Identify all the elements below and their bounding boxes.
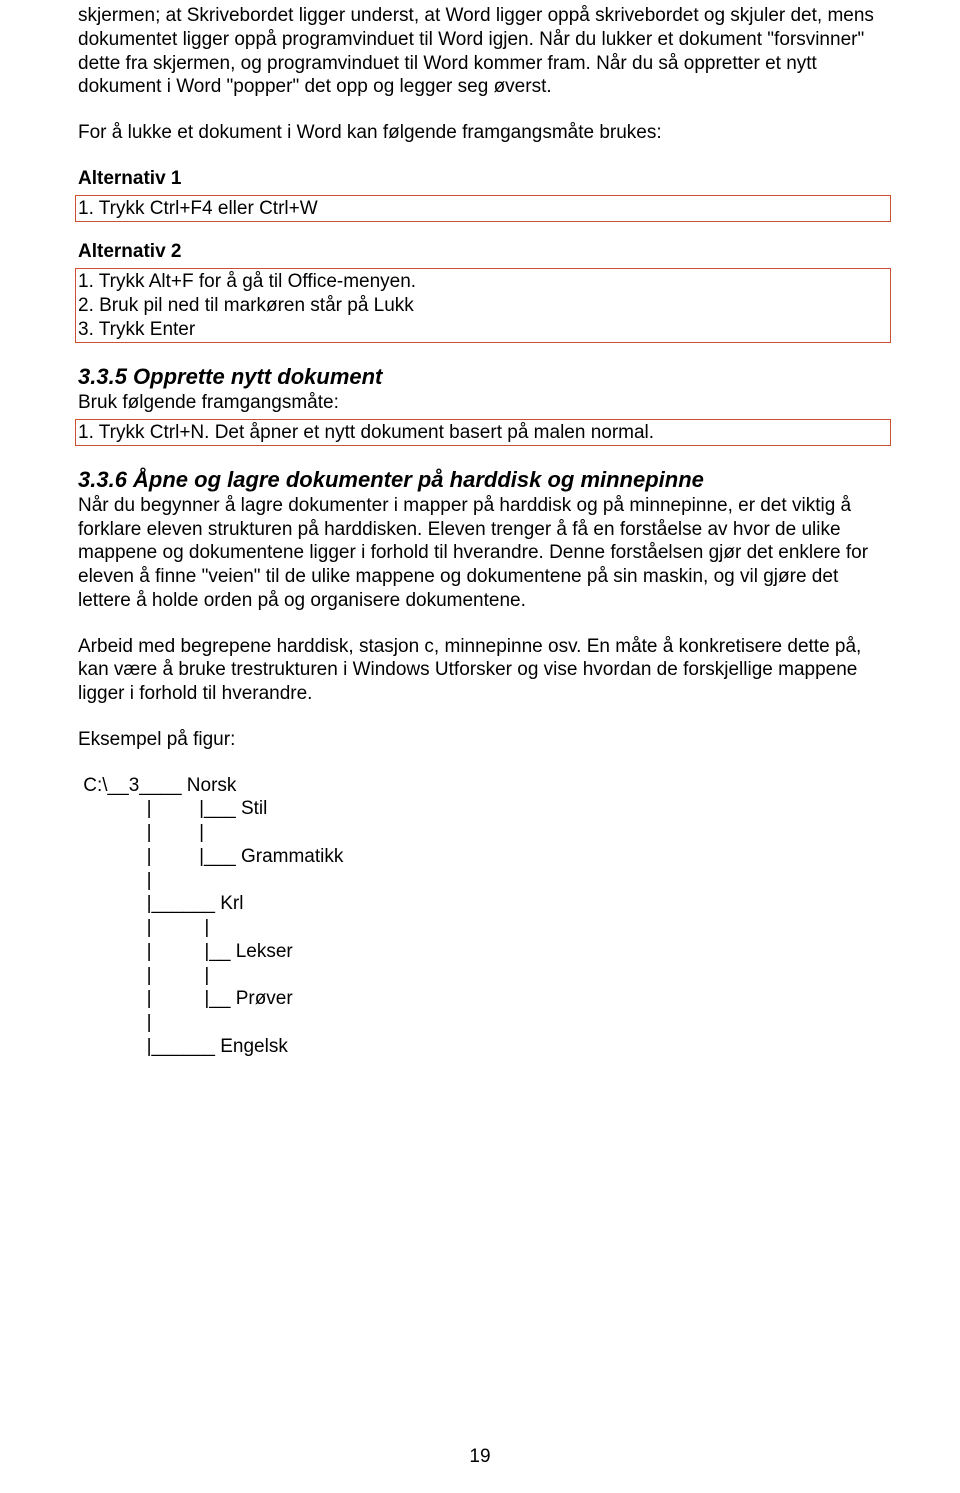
highlight-box-alt2: 1. Trykk Alt+F for å gå til Office-menye…	[75, 268, 891, 343]
sec335-step-1: 1. Trykk Ctrl+N. Det åpner et nytt dokum…	[78, 421, 888, 445]
section-336-p3: Eksempel på figur:	[78, 729, 235, 750]
section-335: 3.3.5 Opprette nytt dokument Bruk følgen…	[78, 363, 888, 446]
section-336-p2: Arbeid med begrepene harddisk, stasjon c…	[78, 636, 861, 705]
section-336-heading: 3.3.6 Åpne og lagre dokumenter på harddi…	[78, 466, 888, 494]
section-336-p1: Når du begynner å lagre dokumenter i map…	[78, 495, 868, 611]
alternative-2-heading: Alternativ 2	[78, 240, 888, 264]
highlight-box-335: 1. Trykk Ctrl+N. Det åpner et nytt dokum…	[75, 419, 891, 447]
alt1-step-1: 1. Trykk Ctrl+F4 eller Ctrl+W	[78, 197, 888, 221]
alt2-step-1: 1. Trykk Alt+F for å gå til Office-menye…	[78, 270, 888, 294]
alt2-step-2: 2. Bruk pil ned til markøren står på Luk…	[78, 294, 888, 318]
section-336: 3.3.6 Åpne og lagre dokumenter på harddi…	[78, 466, 888, 751]
body-text: For å lukke et dokument i Word kan følge…	[78, 122, 662, 143]
alt2-step-3: 3. Trykk Enter	[78, 318, 888, 342]
highlight-box-alt1: 1. Trykk Ctrl+F4 eller Ctrl+W	[75, 195, 891, 223]
alternative-1-heading: Alternativ 1	[78, 167, 888, 191]
intro-paragraph-2: For å lukke et dokument i Word kan følge…	[78, 121, 888, 145]
section-335-heading: 3.3.5 Opprette nytt dokument	[78, 363, 888, 391]
body-text: skjermen; at Skrivebordet ligger underst…	[78, 5, 874, 97]
document-page: skjermen; at Skrivebordet ligger underst…	[0, 0, 960, 1493]
section-335-intro: Bruk følgende framgangsmåte:	[78, 391, 888, 415]
page-number: 19	[0, 1445, 960, 1469]
folder-tree-figure: C:\__3____ Norsk | |___ Stil | | | |___ …	[78, 774, 888, 1059]
intro-paragraph-1: skjermen; at Skrivebordet ligger underst…	[78, 4, 888, 99]
